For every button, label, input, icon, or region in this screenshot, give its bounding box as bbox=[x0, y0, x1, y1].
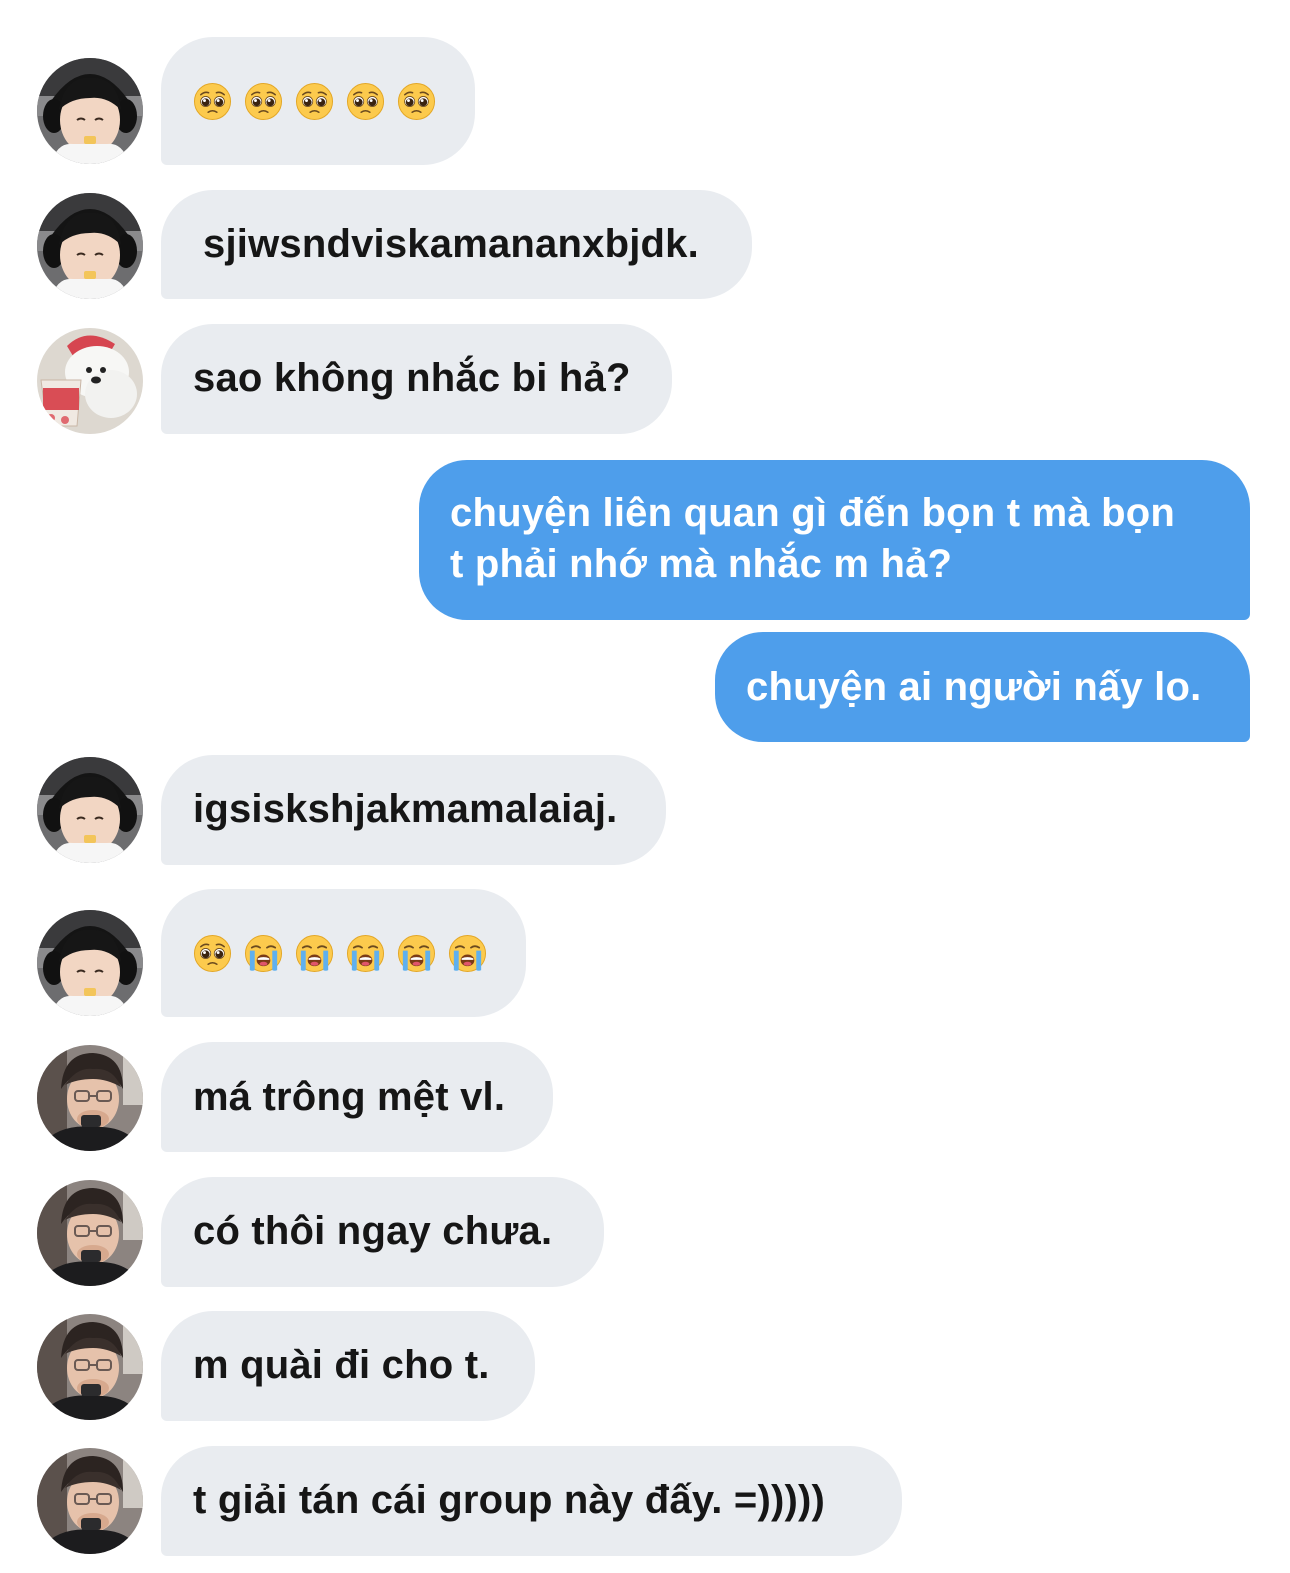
message-text-line: chuyện liên quan gì đến bọn t mà bọn bbox=[450, 491, 1175, 535]
avatar-headphones-image bbox=[37, 757, 143, 863]
message-bubble-incoming[interactable]: igsiskshjakmamalaiaj. bbox=[161, 755, 666, 865]
message-bubble-incoming[interactable]: sjiwsndviskamananxbjdk. bbox=[161, 190, 752, 299]
message-text: má trông mệt vl. bbox=[193, 1075, 506, 1119]
pleading-face-emoji bbox=[244, 82, 283, 121]
message-bubble-incoming[interactable] bbox=[161, 889, 526, 1017]
loudly-crying-face-emoji bbox=[448, 934, 487, 973]
avatar-glasses-image bbox=[37, 1314, 143, 1420]
avatar[interactable] bbox=[37, 1045, 143, 1151]
loudly-crying-face-emoji bbox=[397, 934, 436, 973]
avatar-glasses-image bbox=[37, 1180, 143, 1286]
message-bubble-incoming[interactable]: có thôi ngay chưa. bbox=[161, 1177, 604, 1287]
pleading-face-emoji bbox=[193, 934, 232, 973]
avatar-bear-image bbox=[37, 328, 143, 434]
avatar[interactable] bbox=[37, 328, 143, 434]
avatar[interactable] bbox=[37, 193, 143, 299]
message-text-line: t phải nhớ mà nhắc m hả? bbox=[450, 542, 953, 586]
emoji-row bbox=[193, 37, 443, 165]
message-text: có thôi ngay chưa. bbox=[193, 1209, 553, 1253]
loudly-crying-face-emoji bbox=[295, 934, 334, 973]
message-bubble-incoming[interactable]: m quài đi cho t. bbox=[161, 1311, 535, 1421]
loudly-crying-face-emoji bbox=[244, 934, 283, 973]
pleading-face-emoji bbox=[397, 82, 436, 121]
loudly-crying-face-emoji bbox=[346, 934, 385, 973]
avatar-headphones-image bbox=[37, 193, 143, 299]
avatar-glasses-image bbox=[37, 1448, 143, 1554]
message-text: sao không nhắc bi hả? bbox=[193, 356, 631, 400]
message-text: sjiwsndviskamananxbjdk. bbox=[203, 222, 699, 266]
message-text: igsiskshjakmamalaiaj. bbox=[193, 787, 618, 831]
pleading-face-emoji bbox=[295, 82, 334, 121]
message-bubble-incoming[interactable]: t giải tán cái group này đấy. =))))) bbox=[161, 1446, 902, 1556]
avatar[interactable] bbox=[37, 1314, 143, 1420]
avatar[interactable] bbox=[37, 757, 143, 863]
avatar[interactable] bbox=[37, 58, 143, 164]
avatar[interactable] bbox=[37, 910, 143, 1016]
avatar[interactable] bbox=[37, 1448, 143, 1554]
avatar-glasses-image bbox=[37, 1045, 143, 1151]
pleading-face-emoji bbox=[193, 82, 232, 121]
message-bubble-incoming[interactable]: má trông mệt vl. bbox=[161, 1042, 553, 1152]
message-text: m quài đi cho t. bbox=[193, 1343, 490, 1387]
pleading-face-emoji bbox=[346, 82, 385, 121]
avatar-headphones-image bbox=[37, 910, 143, 1016]
message-bubble-outgoing[interactable]: chuyện ai người nấy lo. bbox=[715, 632, 1250, 742]
message-text: t giải tán cái group này đấy. =))))) bbox=[193, 1478, 826, 1522]
avatar-headphones-image bbox=[37, 58, 143, 164]
message-text: chuyện ai người nấy lo. bbox=[746, 665, 1202, 709]
message-bubble-incoming[interactable]: sao không nhắc bi hả? bbox=[161, 324, 672, 434]
avatar[interactable] bbox=[37, 1180, 143, 1286]
message-bubble-outgoing[interactable]: chuyện liên quan gì đến bọn t mà bọn t p… bbox=[419, 460, 1250, 620]
emoji-row bbox=[193, 889, 494, 1017]
chat-thread: sjiwsndviskamananxbjdk. sao không nhắc b… bbox=[0, 0, 1290, 1573]
message-bubble-incoming[interactable] bbox=[161, 37, 475, 165]
